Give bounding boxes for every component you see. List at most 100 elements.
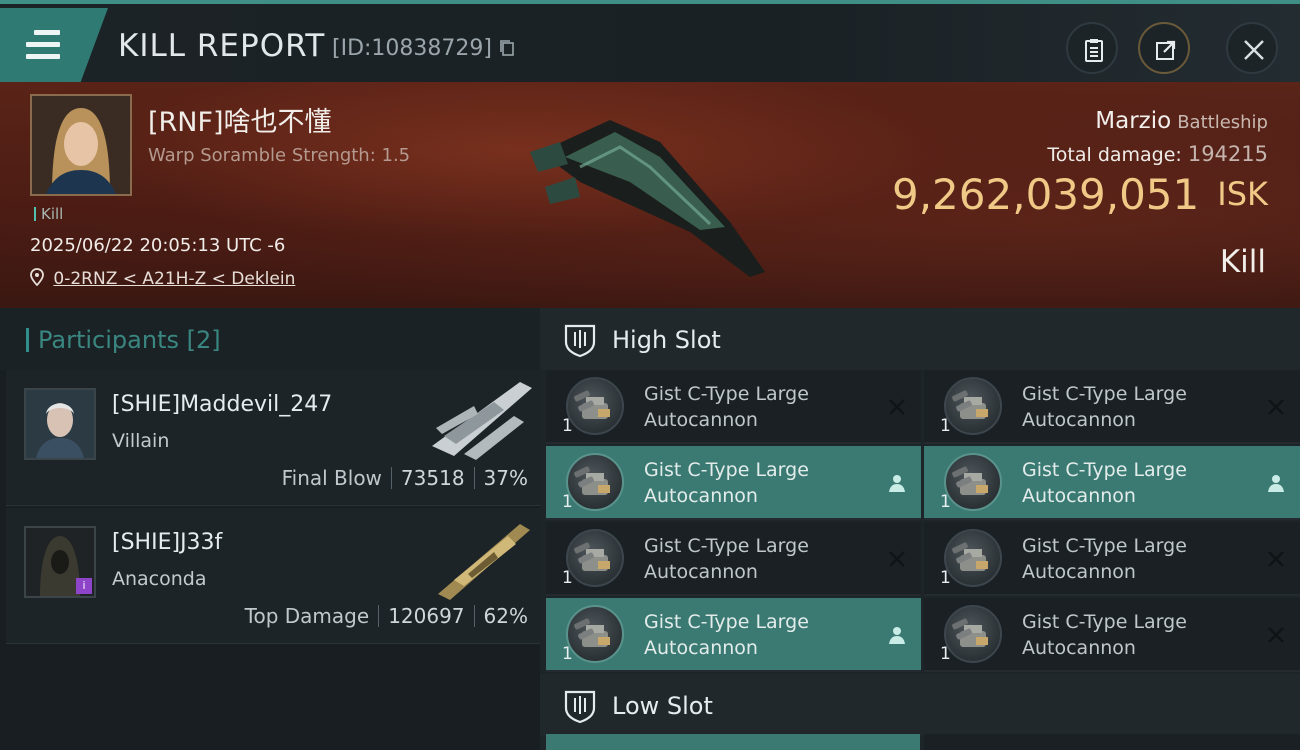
participants-panel: Participants [2] [SHIE]Maddevil_247 Vill…	[0, 308, 540, 750]
module-name: Gist C-Type Large Autocannon	[644, 457, 874, 509]
module-slot[interactable]: 1 Gist C-Type Large Autocannon	[546, 598, 921, 672]
low-slot-module-peek[interactable]	[924, 734, 1300, 750]
share-button[interactable]	[1138, 22, 1190, 74]
autocannon-icon	[944, 377, 1002, 435]
module-name-line1: Gist C-Type Large	[1022, 383, 1187, 405]
participant-name: [SHIE]Maddevil_247	[112, 392, 333, 417]
participant-percent: 62%	[483, 604, 528, 628]
module-slot[interactable]: 1 Gist C-Type Large Autocannon	[924, 370, 1300, 444]
module-slot[interactable]: 1 Gist C-Type Large Autocannon	[546, 370, 921, 444]
dropped-person-icon	[887, 473, 907, 493]
autocannon-icon	[944, 453, 1002, 511]
participants-count: [2]	[186, 326, 221, 354]
dropped-person-icon	[887, 625, 907, 645]
page-title: KILL REPORT	[118, 28, 326, 64]
victim-ship-image	[530, 120, 765, 277]
kill-timestamp: 2025/06/22 20:05:13 UTC -6	[30, 235, 286, 256]
location-pin-icon	[30, 268, 44, 287]
isk-value: 9,262,039,051 ISK	[892, 170, 1268, 219]
isk-currency: ISK	[1217, 175, 1268, 213]
participant-ship: Villain	[112, 430, 170, 452]
top-bar: KILL REPORT [ID:10838729]	[0, 0, 1300, 84]
low-slot-module-peek[interactable]	[546, 734, 920, 750]
warp-scramble-strength: Warp Soramble Strength: 1.5	[148, 145, 411, 166]
module-name-line2: Autocannon	[644, 485, 758, 507]
ship-name: Marzio	[1095, 108, 1172, 134]
kill-location[interactable]: 0-2RNZ < A21H-Z < Deklein	[30, 268, 295, 289]
participant-badge-icon: i	[76, 578, 92, 594]
participant-row[interactable]: i [SHIE]J33f Anaconda Top Damage 120697 62…	[6, 508, 540, 644]
module-name: Gist C-Type Large Autocannon	[1022, 533, 1252, 585]
module-name-line1: Gist C-Type Large	[644, 611, 809, 633]
module-name-line2: Autocannon	[1022, 409, 1136, 431]
module-slot[interactable]: 1 Gist C-Type Large Autocannon	[924, 522, 1300, 596]
close-button[interactable]	[1226, 22, 1278, 74]
module-quantity: 1	[562, 492, 573, 512]
destroyed-x-icon	[887, 549, 907, 569]
result-label: Kill	[1219, 244, 1266, 280]
module-quantity: 1	[940, 644, 951, 664]
fitting-panel: High Slot 1 Gist C-Type Large Autocannon 1 G…	[540, 308, 1300, 750]
module-name: Gist C-Type Large Autocannon	[1022, 381, 1252, 433]
module-name: Gist C-Type Large Autocannon	[644, 609, 874, 661]
dropped-person-icon	[1266, 473, 1286, 493]
low-slot-icon	[564, 690, 596, 724]
module-name-line2: Autocannon	[1022, 485, 1136, 507]
module-name: Gist C-Type Large Autocannon	[1022, 609, 1252, 661]
module-name-line2: Autocannon	[644, 561, 758, 583]
module-name-line2: Autocannon	[644, 409, 758, 431]
participant-stat-label: Top Damage	[244, 604, 370, 628]
module-name-line2: Autocannon	[1022, 561, 1136, 583]
participant-stats: Top Damage 120697 62%	[245, 604, 528, 628]
module-quantity: 1	[562, 568, 573, 588]
module-name-line1: Gist C-Type Large	[644, 459, 809, 481]
module-name-line1: Gist C-Type Large	[1022, 611, 1187, 633]
high-slot-header: High Slot	[540, 308, 1300, 370]
autocannon-icon	[944, 605, 1002, 663]
autocannon-icon	[566, 453, 624, 511]
participant-avatar[interactable]	[24, 388, 96, 460]
participant-name: [SHIE]J33f	[112, 530, 223, 555]
module-quantity: 1	[940, 492, 951, 512]
participant-avatar[interactable]: i	[24, 526, 96, 598]
module-name-line1: Gist C-Type Large	[1022, 535, 1187, 557]
destroyed-x-icon	[887, 397, 907, 417]
total-damage-label: Total damage:	[1047, 144, 1182, 166]
clipboard-button[interactable]	[1066, 22, 1118, 74]
destroyed-x-icon	[1266, 397, 1286, 417]
kill-summary: [RNF]啥也不懂 Warp Soramble Strength: 1.5 Ki…	[0, 82, 1300, 308]
menu-icon	[26, 30, 60, 66]
module-name-line1: Gist C-Type Large	[644, 535, 809, 557]
report-id: [ID:10838729]	[332, 36, 492, 61]
participant-ship-image	[438, 524, 530, 600]
autocannon-icon	[566, 529, 624, 587]
high-slot-label: High Slot	[612, 326, 721, 354]
module-name-line1: Gist C-Type Large	[644, 383, 809, 405]
module-slot[interactable]: 1 Gist C-Type Large Autocannon	[546, 522, 921, 596]
module-name: Gist C-Type Large Autocannon	[1022, 457, 1252, 509]
module-slot[interactable]: 1 Gist C-Type Large Autocannon	[546, 446, 921, 520]
module-name-line2: Autocannon	[644, 637, 758, 659]
autocannon-icon	[566, 605, 624, 663]
module-slot[interactable]: 1 Gist C-Type Large Autocannon	[924, 446, 1300, 520]
kill-tag-label: Kill	[41, 205, 64, 223]
module-slot[interactable]: 1 Gist C-Type Large Autocannon	[924, 598, 1300, 672]
module-name: Gist C-Type Large Autocannon	[644, 381, 874, 433]
module-name: Gist C-Type Large Autocannon	[644, 533, 874, 585]
low-slot-label: Low Slot	[612, 692, 713, 720]
high-slot-icon	[564, 324, 596, 358]
copy-icon[interactable]	[500, 40, 514, 56]
victim-avatar[interactable]	[30, 94, 132, 196]
kill-tag: Kill	[34, 205, 63, 223]
menu-button[interactable]	[0, 8, 108, 84]
ship-class: Battleship	[1177, 112, 1268, 133]
location-link[interactable]: 0-2RNZ < A21H-Z < Deklein	[53, 269, 295, 289]
autocannon-icon	[944, 529, 1002, 587]
module-quantity: 1	[940, 568, 951, 588]
module-quantity: 1	[940, 416, 951, 436]
module-name-line2: Autocannon	[1022, 637, 1136, 659]
total-damage-value: 194215	[1187, 142, 1268, 166]
participant-ship-image	[432, 382, 532, 460]
victim-ship: Marzio Battleship	[1095, 108, 1268, 134]
participant-row[interactable]: [SHIE]Maddevil_247 Villain Final Blow 735…	[6, 370, 540, 506]
